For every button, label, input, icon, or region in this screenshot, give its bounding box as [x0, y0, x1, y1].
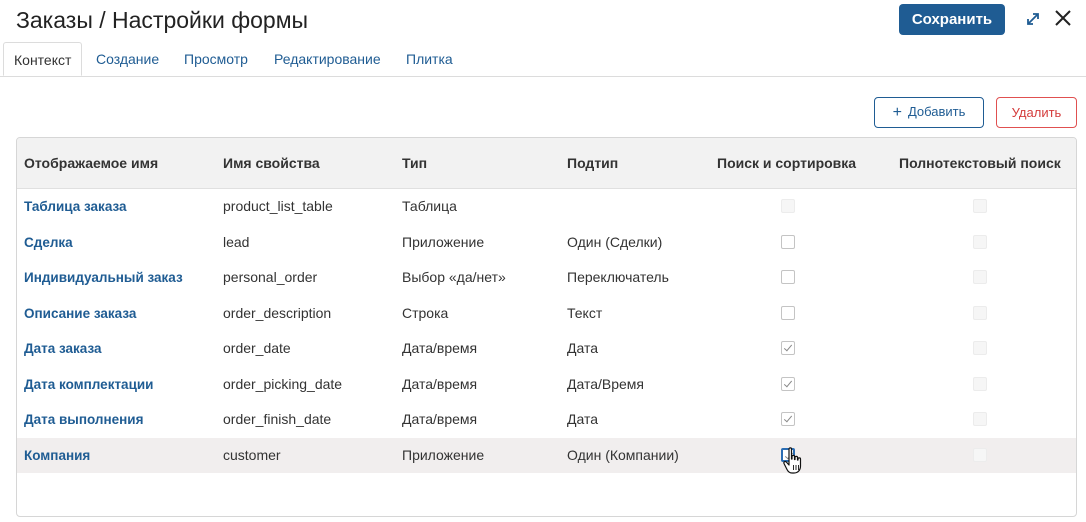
search-sort-checkbox[interactable]: [781, 447, 795, 462]
close-icon[interactable]: [1053, 8, 1073, 28]
fulltext-search-checkbox: [973, 305, 987, 320]
column-header-display-name: Отображаемое имя: [24, 155, 159, 171]
cell-type: Приложение: [402, 233, 485, 250]
cell-display-name[interactable]: Таблица заказа: [24, 189, 127, 224]
column-header-fulltext-search: Полнотекстовый поиск: [899, 155, 1061, 171]
cell-property-name: order_picking_date: [223, 375, 343, 392]
search-sort-checkbox[interactable]: [781, 270, 795, 284]
cell-subtype: Один (Сделки): [567, 233, 663, 250]
cell-display-name[interactable]: Индивидуальный заказ: [24, 260, 183, 295]
add-button-label: Добавить: [907, 103, 966, 119]
table-row[interactable]: Дата комплектации order_picking_date Дата/…: [17, 367, 1076, 402]
table-row[interactable]: Описание заказа order_description Строка Те…: [17, 296, 1076, 331]
search-sort-checkbox[interactable]: [781, 412, 795, 426]
cell-type: Таблица: [402, 198, 457, 214]
cell-subtype: Дата: [567, 411, 599, 427]
plus-icon: +: [892, 103, 902, 121]
cell-subtype: Переключатель: [567, 269, 669, 285]
tab-tile[interactable]: Плитка: [406, 42, 453, 76]
tab-create[interactable]: Создание: [96, 42, 159, 76]
cell-subtype: Текст: [567, 304, 603, 321]
cell-property-name: order_description: [223, 304, 332, 321]
tab-bar: Контекст Создание Просмотр Редактировани…: [0, 42, 1086, 77]
cell-subtype: Дата: [567, 340, 599, 356]
cell-property-name: lead: [223, 233, 250, 250]
cell-type: Приложение: [402, 446, 485, 463]
tab-context[interactable]: Контекст: [3, 42, 83, 76]
cell-subtype: Один (Компании): [567, 446, 679, 463]
column-header-type: Тип: [402, 155, 428, 171]
table-row[interactable]: Таблица заказа product_list_table Таблица: [17, 189, 1076, 224]
expand-icon[interactable]: [1024, 10, 1042, 28]
page-title: Заказы / Настройки формы: [16, 7, 309, 33]
cell-property-name: order_finish_date: [223, 411, 332, 427]
search-sort-checkbox: [781, 199, 795, 213]
table-header: Отображаемое имя Имя свойства Тип Подтип…: [17, 138, 1076, 189]
add-button[interactable]: + Добавить: [874, 97, 984, 128]
fulltext-search-checkbox: [973, 412, 987, 426]
table-row[interactable]: Компания customer Приложение Один (Компании…: [17, 437, 1076, 473]
cell-property-name: personal_order: [223, 269, 318, 285]
table-row[interactable]: Сделка lead Приложение Один (Сделки): [17, 225, 1076, 260]
cell-property-name: customer: [223, 446, 281, 463]
tab-view[interactable]: Просмотр: [184, 42, 248, 76]
search-sort-checkbox[interactable]: [781, 234, 795, 249]
cell-display-name[interactable]: Сделка: [24, 225, 73, 260]
tab-edit[interactable]: Редактирование: [274, 42, 381, 76]
column-header-search-sort: Поиск и сортировка: [717, 155, 857, 171]
cell-display-name[interactable]: Дата выполнения: [24, 402, 143, 437]
search-sort-checkbox[interactable]: [781, 376, 795, 391]
fulltext-search-checkbox: [973, 270, 987, 284]
cell-type: Дата/время: [402, 375, 478, 392]
column-header-property-name: Имя свойства: [223, 155, 320, 171]
fulltext-search-checkbox: [973, 341, 987, 355]
cell-display-name[interactable]: Компания: [24, 438, 90, 473]
delete-button[interactable]: Удалить: [996, 97, 1077, 128]
save-button[interactable]: Сохранить: [899, 4, 1005, 35]
properties-table: Отображаемое имя Имя свойства Тип Подтип…: [16, 137, 1077, 517]
table-row[interactable]: Дата заказа order_date Дата/время Дата: [17, 331, 1076, 366]
cell-type: Дата/время: [402, 411, 478, 427]
cell-type: Строка: [402, 304, 449, 321]
fulltext-search-checkbox: [973, 199, 987, 213]
cell-display-name[interactable]: Описание заказа: [24, 296, 136, 331]
cell-property-name: product_list_table: [223, 198, 333, 214]
cell-type: Дата/время: [402, 340, 478, 356]
cell-display-name[interactable]: Дата комплектации: [24, 367, 153, 402]
search-sort-checkbox[interactable]: [781, 341, 795, 355]
fulltext-search-checkbox: [973, 234, 987, 249]
column-header-subtype: Подтип: [567, 155, 619, 171]
cell-type: Выбор «да/нет»: [402, 269, 506, 285]
cell-subtype: Дата/Время: [567, 375, 645, 392]
search-sort-checkbox[interactable]: [781, 305, 795, 320]
fulltext-search-checkbox: [973, 447, 987, 462]
table-row[interactable]: Индивидуальный заказ personal_order Выбор …: [17, 260, 1076, 295]
fulltext-search-checkbox: [973, 376, 987, 391]
cell-property-name: order_date: [223, 340, 291, 356]
table-row[interactable]: Дата выполнения order_finish_date Дата/вре…: [17, 402, 1076, 437]
cell-display-name[interactable]: Дата заказа: [24, 331, 102, 366]
